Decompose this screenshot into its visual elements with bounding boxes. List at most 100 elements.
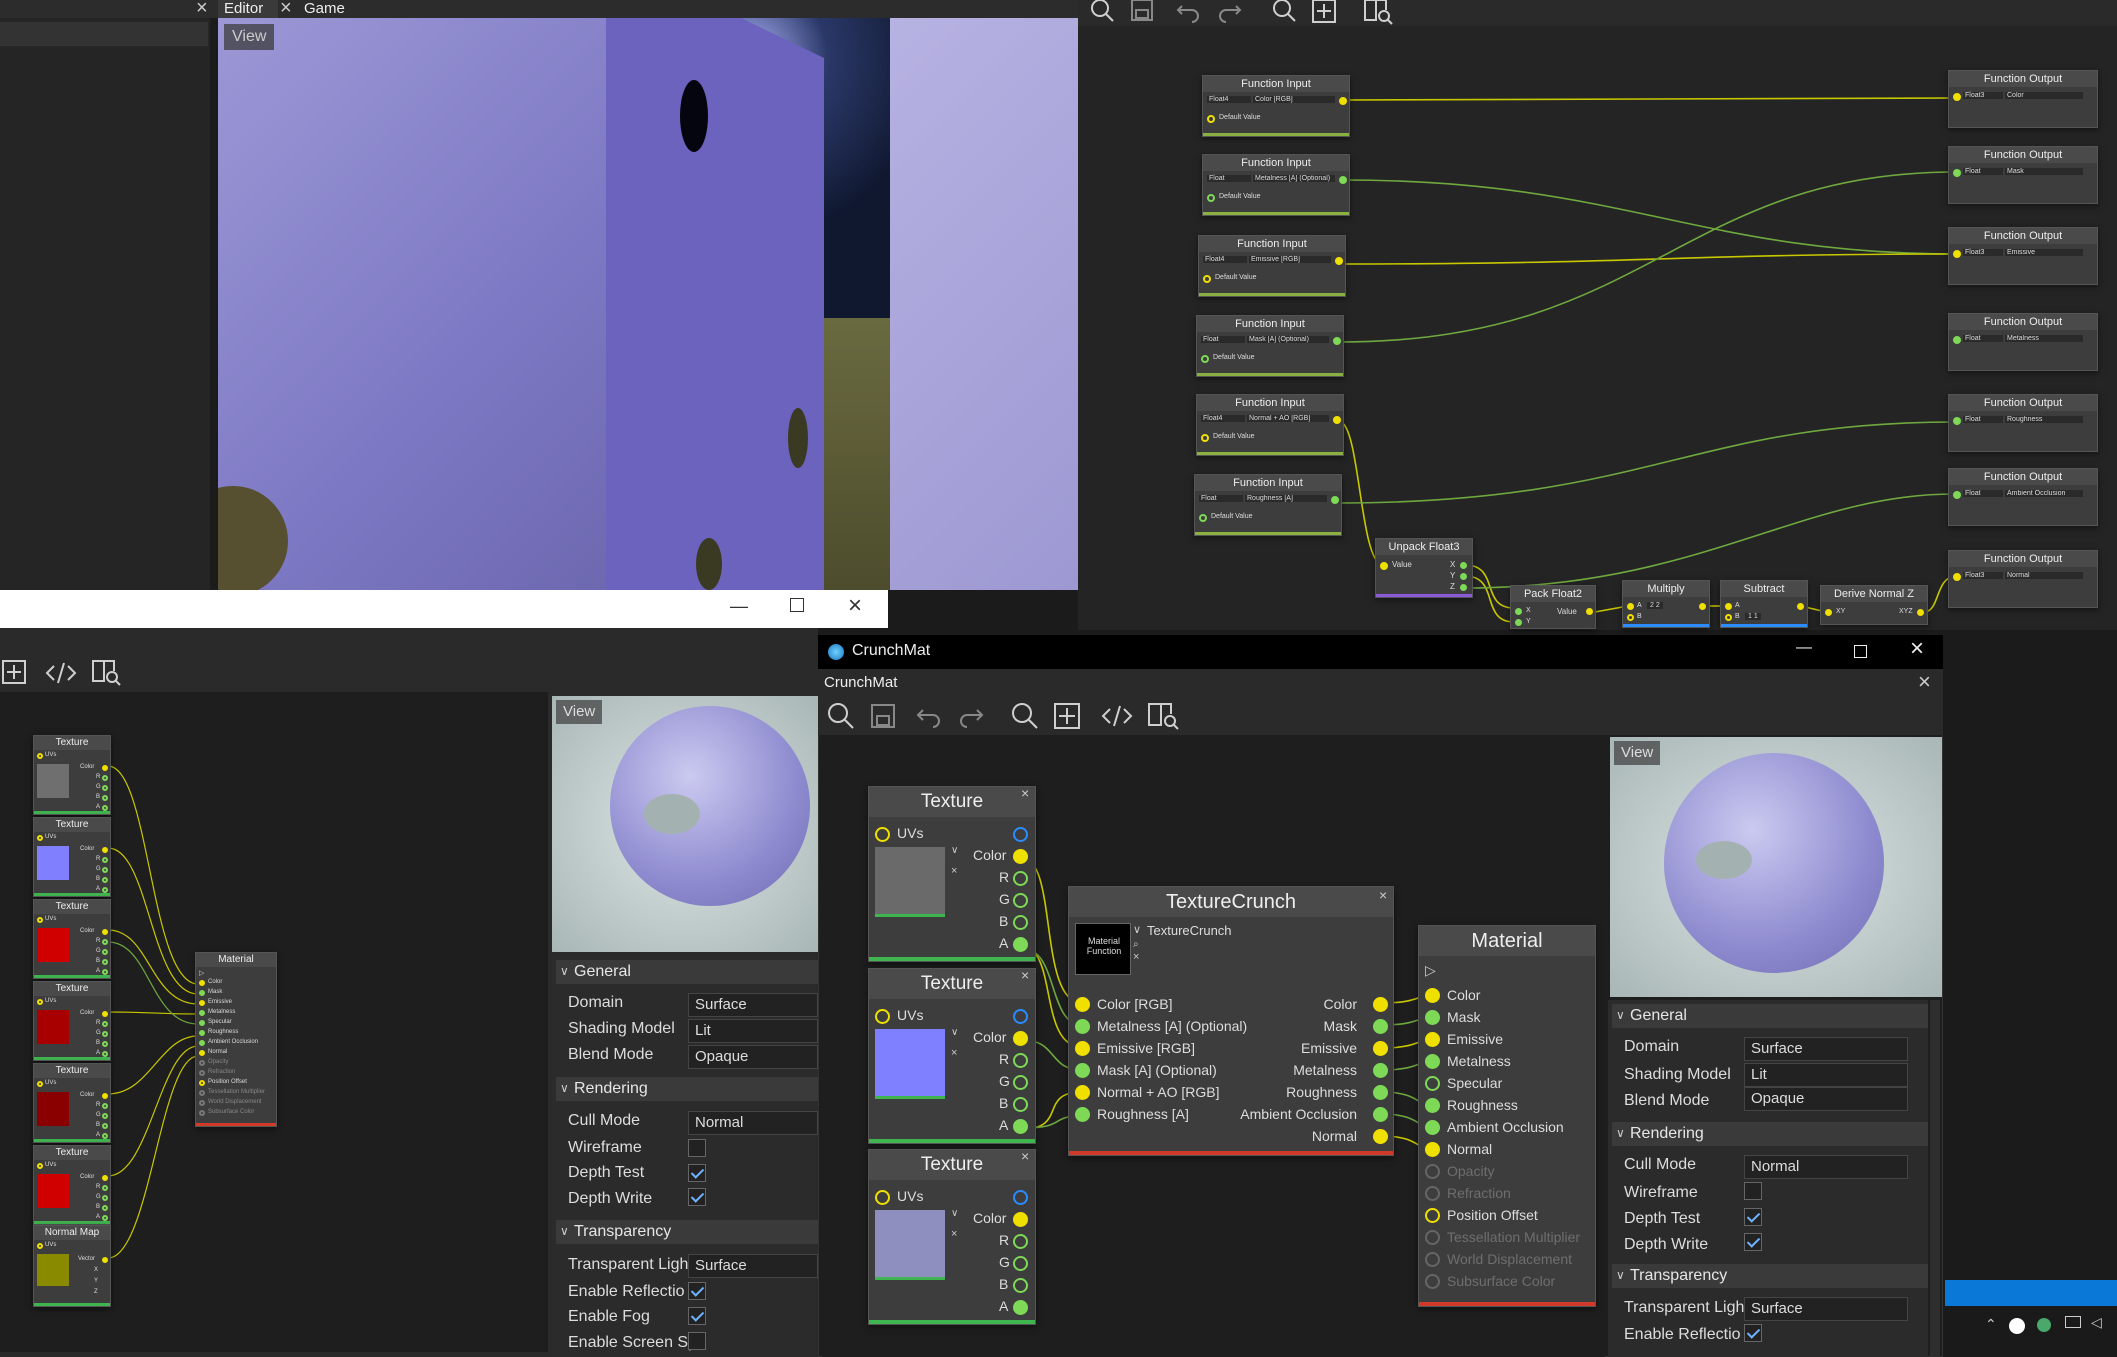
section-general[interactable]: General (1612, 1004, 1928, 1028)
redo-icon[interactable] (1216, 0, 1244, 31)
input-pin[interactable] (1953, 169, 1961, 177)
section-transparency[interactable]: Transparency (1612, 1264, 1928, 1288)
unpack-float3-node[interactable]: Unpack Float3 Value X Y Z (1375, 538, 1473, 598)
output-pin[interactable] (1013, 871, 1028, 886)
function-output-node[interactable]: Function Output Float3 Normal (1948, 550, 2098, 608)
texture-node[interactable]: Texture UVs Color R G B A (33, 1063, 111, 1143)
input-name-field[interactable]: Normal + AO [RGB] (1247, 415, 1329, 422)
output-pin[interactable] (102, 1011, 108, 1017)
output-pin[interactable] (102, 847, 108, 853)
material-node[interactable]: Material ▷ Color Mask Emissive Metalness Spe… (1418, 925, 1596, 1307)
value-field[interactable]: 2 2 (1647, 602, 1663, 609)
input-pin[interactable] (37, 835, 43, 841)
domain-dropdown[interactable]: Surface (688, 993, 818, 1017)
docs-icon[interactable] (1362, 0, 1394, 31)
output-pin[interactable] (1373, 1019, 1388, 1034)
maximize-icon[interactable] (790, 598, 804, 612)
input-pin[interactable] (199, 1000, 205, 1006)
undo-icon[interactable] (1174, 0, 1202, 31)
close-icon[interactable]: × (1021, 967, 1029, 983)
wireframe-checkbox[interactable] (1744, 1182, 1762, 1200)
input-pin[interactable] (1515, 619, 1522, 626)
game-viewport[interactable]: View (218, 18, 1078, 590)
input-pin[interactable] (1425, 1010, 1440, 1025)
function-output-node[interactable]: Function Output Float Mask (1948, 146, 2098, 204)
input-pin[interactable] (1425, 1098, 1440, 1113)
browse-icon[interactable]: ⌕ (1133, 939, 1139, 950)
blend-dropdown[interactable]: Opaque (1744, 1087, 1908, 1111)
input-pin[interactable] (1425, 1142, 1440, 1157)
output-pin[interactable] (102, 775, 108, 781)
type-dropdown[interactable]: Float4 (1207, 96, 1251, 103)
input-pin[interactable] (1425, 1076, 1440, 1091)
output-name-field[interactable]: Ambient Occlusion (2005, 490, 2083, 497)
output-pin[interactable] (102, 765, 108, 771)
close-icon[interactable]: × (1021, 785, 1029, 801)
output-pin[interactable] (1460, 573, 1467, 580)
output-pin[interactable] (1013, 1212, 1028, 1227)
input-pin[interactable] (1725, 614, 1732, 621)
output-pin[interactable] (1013, 1278, 1028, 1293)
cull-dropdown[interactable]: Normal (1744, 1155, 1908, 1179)
input-pin[interactable] (875, 1190, 890, 1205)
texture-node[interactable]: Texture UVs Color R G B A (33, 817, 111, 897)
transparent-dropdown[interactable]: Surface (688, 1254, 818, 1278)
input-pin[interactable] (875, 1009, 890, 1024)
tab-crunchmat[interactable]: CrunchMat × (818, 669, 1943, 697)
code-icon[interactable] (1100, 701, 1134, 736)
output-pin[interactable] (1339, 97, 1347, 105)
screen-checkbox[interactable] (688, 1332, 706, 1350)
save-icon[interactable] (1128, 0, 1156, 31)
output-name-field[interactable]: Metalness (2005, 335, 2083, 342)
output-pin[interactable] (102, 949, 108, 955)
output-pin[interactable] (1373, 997, 1388, 1012)
network-icon[interactable] (2065, 1316, 2081, 1328)
output-pin[interactable] (102, 877, 108, 883)
undo-icon[interactable] (914, 701, 944, 736)
input-pin[interactable] (1953, 491, 1961, 499)
function-output-node[interactable]: Function Output Float Roughness (1948, 394, 2098, 452)
input-pin[interactable] (199, 990, 205, 996)
output-pin[interactable] (1331, 496, 1339, 504)
type-dropdown[interactable]: Float (1963, 416, 2003, 423)
output-name-field[interactable]: Mask (2005, 168, 2083, 175)
output-pin[interactable] (102, 785, 108, 791)
blend-dropdown[interactable]: Opaque (688, 1045, 818, 1069)
input-pin[interactable] (199, 1040, 205, 1046)
texture-node[interactable]: Texture UVs Color R G B A (33, 735, 111, 815)
fit-view-icon[interactable] (1310, 0, 1338, 31)
input-pin[interactable] (1627, 603, 1634, 610)
domain-dropdown[interactable]: Surface (1744, 1037, 1908, 1061)
output-pin[interactable] (1699, 603, 1706, 610)
input-pin[interactable] (199, 1110, 205, 1116)
input-pin[interactable] (1425, 988, 1440, 1003)
input-pin[interactable] (37, 999, 43, 1005)
type-dropdown[interactable]: Float (1207, 175, 1251, 182)
shading-dropdown[interactable]: Lit (1744, 1063, 1908, 1087)
pack-float2-node[interactable]: Pack Float2 X Y Value (1510, 585, 1596, 629)
crunch-preview[interactable]: View (1610, 737, 1942, 997)
depth-write-checkbox[interactable] (688, 1188, 706, 1206)
output-pin[interactable] (1797, 603, 1804, 610)
texture-node[interactable]: Texture × UVs ∨ × Color R G B A (868, 785, 1036, 962)
app-tray-icon[interactable] (2037, 1318, 2051, 1332)
output-pin[interactable] (102, 795, 108, 801)
output-pin[interactable] (1335, 257, 1343, 265)
input-pin[interactable] (199, 1030, 205, 1036)
output-pin[interactable] (1013, 827, 1028, 842)
output-pin[interactable] (1013, 1031, 1028, 1046)
minimize-icon[interactable]: — (730, 596, 748, 617)
input-pin[interactable] (199, 1070, 205, 1076)
close-icon[interactable]: × (1021, 1148, 1029, 1164)
depth-test-checkbox[interactable] (1744, 1208, 1762, 1226)
section-rendering[interactable]: Rendering (556, 1077, 818, 1101)
output-pin[interactable] (1333, 337, 1341, 345)
input-name-field[interactable]: Metalness [A] (Optional) (1253, 175, 1335, 182)
output-name-field[interactable]: Emissive (2005, 249, 2083, 256)
function-input-node[interactable]: Function Input Float4 Color [RGB] Default V… (1202, 75, 1350, 137)
type-dropdown[interactable]: Float (1963, 168, 2003, 175)
input-pin[interactable] (1201, 355, 1209, 363)
input-pin[interactable] (1953, 93, 1961, 101)
left-panel-field[interactable] (0, 22, 208, 46)
wireframe-checkbox[interactable] (688, 1139, 706, 1157)
